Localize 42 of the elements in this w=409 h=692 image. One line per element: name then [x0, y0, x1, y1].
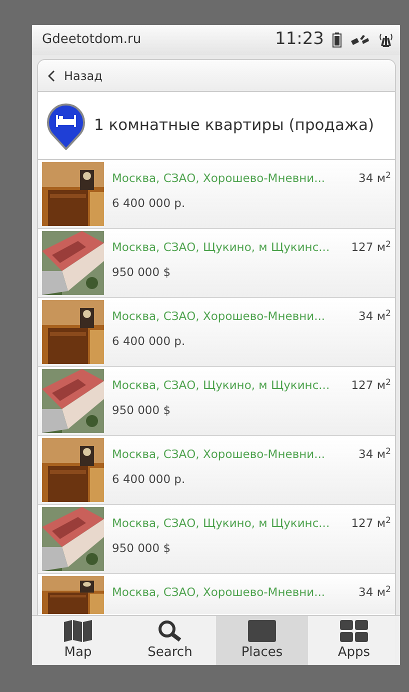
- listing-row[interactable]: Москва, СЗАО, Щукино, м Щукинс... 127 м$^{2}$ 950 000 $: [38, 229, 395, 298]
- listing-area: 127 м$^{2}$: [351, 377, 391, 394]
- listing-price: 950 000 $: [112, 402, 172, 420]
- site-name: Gdeetotdom.ru: [42, 31, 142, 50]
- listing-area: 34 м$^{2}$: [358, 170, 391, 188]
- listing-address: Москва, СЗАО, Хорошево-Мневни...: [112, 170, 326, 187]
- listing-area: 34 м$^{2}$: [358, 584, 391, 602]
- tab[interactable]: Apps: [308, 616, 400, 665]
- listing-price: 950 000 $: [112, 264, 172, 282]
- battery-icon: [332, 32, 342, 48]
- listing-area: 127 м$^{2}$: [351, 515, 391, 532]
- listing-row[interactable]: Москва, СЗАО, Хорошево-Мневни... 34 м$^{2}$ 6 400 000 р.: [38, 160, 395, 229]
- chevron-left-icon: [48, 70, 56, 82]
- listing-row[interactable]: Москва, СЗАО, Хорошево-Мневни... 34 м$^{2}$ 6 400 000 р.: [38, 298, 395, 367]
- tab[interactable]: Map: [32, 616, 124, 665]
- tab[interactable]: Search: [124, 616, 216, 665]
- grid-icon: [339, 618, 369, 643]
- listing-row[interactable]: Москва, СЗАО, Хорошево-Мневни... 34 м$^{2}$ 6 400 000 р.: [38, 436, 395, 505]
- satellite-icon: [350, 33, 370, 47]
- square-icon: [247, 618, 277, 643]
- clock: 11:23: [275, 28, 324, 52]
- listing-address: Москва, СЗАО, Хорошево-Мневни...: [112, 308, 326, 325]
- listing-price: 6 400 000 р.: [112, 195, 186, 212]
- listing-row[interactable]: Москва, СЗАО, Хорошево-Мневни... 34 м$^{2}$: [38, 574, 395, 614]
- listing-row[interactable]: Москва, СЗАО, Щукино, м Щукинс... 127 м$^{2}$ 950 000 $: [38, 505, 395, 574]
- bed-pin-icon: [46, 102, 86, 150]
- map-icon: [63, 618, 93, 643]
- listing-area: 34 м$^{2}$: [358, 446, 391, 464]
- listing-price: 950 000 $: [112, 540, 172, 558]
- listing-address: Москва, СЗАО, Щукино, м Щукинс...: [112, 515, 330, 532]
- listing-area: 127 м$^{2}$: [351, 239, 391, 256]
- listing-row[interactable]: Москва, СЗАО, Щукино, м Щукинс... 127 м$^{2}$ 950 000 $: [38, 367, 395, 436]
- page-title: 1 комнатные квартиры (продажа): [94, 114, 374, 136]
- listing-area: 34 м$^{2}$: [358, 308, 391, 326]
- tab[interactable]: Places: [216, 616, 308, 665]
- listing-price: 6 400 000 р.: [112, 471, 186, 488]
- listing-address: Москва, СЗАО, Щукино, м Щукинс...: [112, 377, 330, 394]
- listing-price: 6 400 000 р.: [112, 333, 186, 350]
- listing-address: Москва, СЗАО, Хорошево-Мневни...: [112, 584, 326, 601]
- listing-address: Москва, СЗАО, Хорошево-Мневни...: [112, 446, 326, 463]
- listing-address: Москва, СЗАО, Щукино, м Щукинс...: [112, 239, 330, 256]
- signal-icon: [378, 32, 394, 48]
